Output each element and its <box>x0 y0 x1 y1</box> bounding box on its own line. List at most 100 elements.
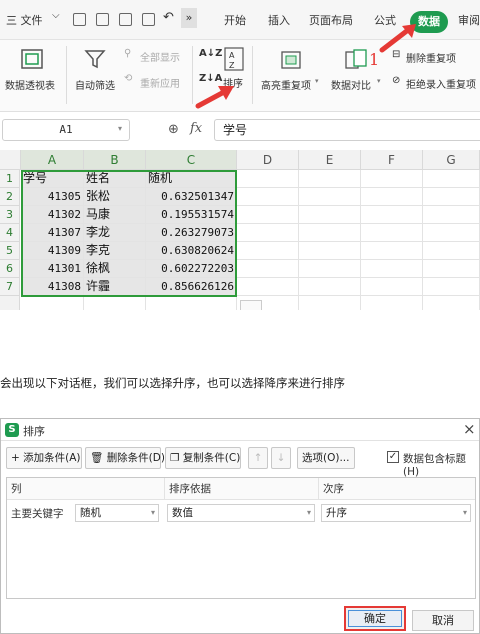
table-cell[interactable] <box>361 188 423 206</box>
table-cell[interactable] <box>84 296 146 310</box>
key-select[interactable]: 随机 ▾ <box>75 504 159 522</box>
print-icon[interactable] <box>119 13 132 26</box>
table-cell[interactable] <box>423 260 480 278</box>
name-box[interactable]: A1 <box>2 119 130 141</box>
save-icon[interactable] <box>73 13 86 26</box>
options-button[interactable]: 选项(O)... <box>297 447 355 469</box>
name-box-dropdown-icon[interactable]: ▾ <box>118 124 122 133</box>
row-header[interactable]: 1 <box>0 170 20 188</box>
show-all-button[interactable]: 全部显示 <box>140 49 180 64</box>
table-cell[interactable]: 0.263279073 <box>146 224 237 242</box>
header-checkbox[interactable]: ✓ <box>387 451 399 463</box>
reapply-button[interactable]: 重新应用 <box>140 75 180 90</box>
chevron-down-icon[interactable]: ▾ <box>377 77 381 85</box>
select-all-corner[interactable] <box>0 150 21 170</box>
zoom-icon[interactable]: ⊕ <box>168 122 179 137</box>
table-cell[interactable] <box>423 296 480 310</box>
row-header[interactable]: 2 <box>0 188 20 206</box>
table-cell[interactable] <box>423 188 480 206</box>
table-cell[interactable] <box>299 260 361 278</box>
table-cell[interactable] <box>423 206 480 224</box>
table-cell[interactable]: 41308 <box>21 278 84 296</box>
basis-select[interactable]: 数值 ▾ <box>167 504 315 522</box>
row-header[interactable]: 4 <box>0 224 20 242</box>
tab-review[interactable]: 审阅 <box>458 12 480 28</box>
table-cell[interactable] <box>423 242 480 260</box>
add-condition-button[interactable]: + 添加条件(A) <box>6 447 82 469</box>
tab-home[interactable]: 开始 <box>224 12 246 28</box>
table-cell[interactable]: 41302 <box>21 206 84 224</box>
data-compare-button[interactable]: 数据对比 <box>331 77 371 92</box>
column-header-C[interactable]: C <box>146 150 237 170</box>
table-cell[interactable]: 0.856626126 <box>146 278 237 296</box>
table-cell[interactable] <box>237 242 299 260</box>
table-cell[interactable]: 徐枫 <box>84 260 146 278</box>
table-cell[interactable] <box>146 296 237 310</box>
row-header[interactable] <box>0 296 20 310</box>
file-dropdown-icon[interactable]: ⌵ <box>52 10 60 21</box>
table-cell[interactable] <box>299 296 361 310</box>
export-icon[interactable] <box>96 13 109 26</box>
table-cell[interactable]: 41309 <box>21 242 84 260</box>
table-cell[interactable]: 张松 <box>84 188 146 206</box>
reject-duplicates-button[interactable]: 拒绝录入重复项 <box>406 76 476 91</box>
table-cell[interactable]: 0.630820624 <box>146 242 237 260</box>
autofilter-button[interactable]: 自动筛选 <box>75 77 115 92</box>
column-header-G[interactable]: G <box>423 150 480 170</box>
table-cell[interactable] <box>237 188 299 206</box>
cancel-button[interactable]: 取消 <box>412 610 474 631</box>
copy-condition-button[interactable]: ❐ 复制条件(C) <box>165 447 241 469</box>
row-header[interactable]: 7 <box>0 278 20 296</box>
table-cell[interactable] <box>237 278 299 296</box>
table-cell[interactable]: 41305 <box>21 188 84 206</box>
table-cell[interactable] <box>361 278 423 296</box>
preview-icon[interactable] <box>142 13 155 26</box>
column-header-F[interactable]: F <box>361 150 423 170</box>
column-header-D[interactable]: D <box>237 150 299 170</box>
table-cell[interactable]: 0.195531574 <box>146 206 237 224</box>
table-cell[interactable]: 李克 <box>84 242 146 260</box>
sort-asc-icon[interactable]: A↓Z <box>199 48 222 59</box>
table-cell[interactable] <box>361 206 423 224</box>
formula-input[interactable]: 学号 <box>214 119 480 141</box>
table-cell[interactable]: 0.632501347 <box>146 188 237 206</box>
table-cell[interactable] <box>299 278 361 296</box>
table-cell[interactable] <box>299 188 361 206</box>
ok-button[interactable]: 确定 <box>348 610 402 627</box>
table-cell[interactable] <box>299 206 361 224</box>
order-select[interactable]: 升序 ▾ <box>321 504 471 522</box>
table-cell[interactable]: 学号 <box>21 170 84 188</box>
pivot-table-button[interactable]: 数据透视表 <box>5 77 55 92</box>
row-header[interactable]: 3 <box>0 206 20 224</box>
table-cell[interactable] <box>21 296 84 310</box>
close-icon[interactable]: × <box>463 420 476 438</box>
column-header-E[interactable]: E <box>299 150 361 170</box>
row-header[interactable]: 6 <box>0 260 20 278</box>
more-commands-icon[interactable]: » <box>181 8 197 28</box>
table-cell[interactable] <box>361 170 423 188</box>
table-cell[interactable]: 0.602272203 <box>146 260 237 278</box>
table-cell[interactable] <box>361 224 423 242</box>
move-down-button[interactable]: ↓ <box>271 447 291 469</box>
table-cell[interactable] <box>237 170 299 188</box>
tab-insert[interactable]: 插入 <box>268 12 290 28</box>
table-cell[interactable] <box>237 224 299 242</box>
table-cell[interactable] <box>423 224 480 242</box>
table-cell[interactable] <box>299 242 361 260</box>
undo-icon[interactable]: ↶ <box>163 10 174 25</box>
table-cell[interactable] <box>361 260 423 278</box>
table-cell[interactable] <box>299 224 361 242</box>
table-cell[interactable]: 41301 <box>21 260 84 278</box>
file-menu[interactable]: 三 文件 <box>6 12 43 28</box>
column-header-B[interactable]: B <box>84 150 146 170</box>
fx-icon[interactable]: fx <box>190 121 202 136</box>
table-cell[interactable] <box>361 242 423 260</box>
table-cell[interactable]: 许霾 <box>84 278 146 296</box>
tab-page-layout[interactable]: 页面布局 <box>309 12 353 28</box>
table-cell[interactable] <box>237 260 299 278</box>
chevron-down-icon[interactable]: ▾ <box>315 77 319 85</box>
table-cell[interactable] <box>423 278 480 296</box>
table-cell[interactable] <box>423 170 480 188</box>
table-cell[interactable] <box>299 170 361 188</box>
table-cell[interactable]: 姓名 <box>84 170 146 188</box>
